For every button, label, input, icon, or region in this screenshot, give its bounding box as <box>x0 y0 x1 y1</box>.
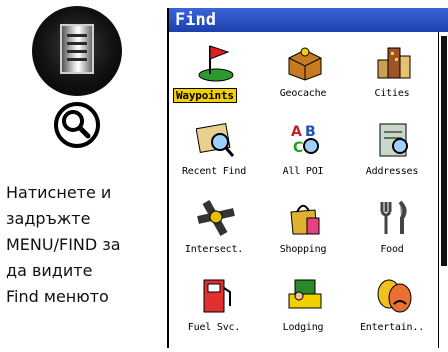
find-item-entertainment[interactable]: Entertain.. <box>347 266 437 346</box>
find-item-label: Intersect. <box>184 244 244 255</box>
buildings-icon <box>377 47 411 79</box>
find-item-fuel-services[interactable]: Fuel Svc. <box>169 266 259 346</box>
abc-magnifier-icon: A B C <box>291 124 319 156</box>
magnifier-icon <box>54 102 100 148</box>
map-magnifier-icon <box>196 122 235 157</box>
find-item-geocache[interactable]: Geocache <box>258 32 348 112</box>
find-item-cities[interactable]: Cities <box>347 32 437 112</box>
find-item-label: Recent Find <box>181 166 247 177</box>
scrollbar-thumb[interactable] <box>441 36 447 266</box>
scrollbar[interactable] <box>438 32 448 348</box>
find-item-all-poi[interactable]: A B C All POI <box>258 110 348 190</box>
waypoint-flag-icon <box>198 45 234 82</box>
treasure-chest-icon <box>288 47 322 81</box>
shopping-bag-icon <box>290 204 320 235</box>
fuel-pump-icon <box>203 279 231 313</box>
find-item-recent-find[interactable]: Recent Find <box>169 110 259 190</box>
address-book-icon <box>379 123 408 157</box>
find-item-shopping[interactable]: Shopping <box>258 188 348 268</box>
svg-text:C: C <box>293 140 303 156</box>
instruction-caption: Натиснете и задръжте MENU/FIND за да вид… <box>6 180 162 310</box>
caption-line: Натиснете и <box>6 183 112 202</box>
caption-line: да видите <box>6 261 93 280</box>
find-menu-screen: Find Waypoints Geocache Cities Recent Fi… <box>167 8 448 348</box>
find-item-label: Addresses <box>365 166 419 177</box>
find-menu-grid: Waypoints Geocache Cities Recent Find A … <box>169 32 437 348</box>
document-icon <box>60 24 94 74</box>
caption-line: MENU/FIND за <box>6 235 121 254</box>
bed-icon <box>288 279 322 309</box>
find-item-addresses[interactable]: Addresses <box>347 110 437 190</box>
find-item-label: Food <box>380 244 404 255</box>
screen-title: Find <box>169 8 448 32</box>
find-item-label: Cities <box>374 88 410 99</box>
caption-line: задръжте <box>6 209 91 228</box>
intersection-icon <box>197 200 235 236</box>
find-item-waypoints[interactable]: Waypoints <box>169 32 259 112</box>
svg-text:A: A <box>291 124 302 140</box>
find-item-label: Lodging <box>282 322 324 333</box>
find-item-label: All POI <box>282 166 324 177</box>
find-item-label: Shopping <box>279 244 327 255</box>
fork-knife-icon <box>380 200 407 234</box>
find-item-lodging[interactable]: Lodging <box>258 266 348 346</box>
find-item-label: Geocache <box>279 88 327 99</box>
menu-find-button-illustration <box>32 6 122 96</box>
svg-text:B: B <box>305 124 316 140</box>
find-item-label: Fuel Svc. <box>187 322 241 333</box>
find-item-intersections[interactable]: Intersect. <box>169 188 259 268</box>
find-item-label: Entertain.. <box>359 322 425 333</box>
find-item-food[interactable]: Food <box>347 188 437 268</box>
theater-masks-icon <box>377 279 412 313</box>
caption-line: Find менюто <box>6 287 109 306</box>
find-item-label: Waypoints <box>173 88 237 103</box>
